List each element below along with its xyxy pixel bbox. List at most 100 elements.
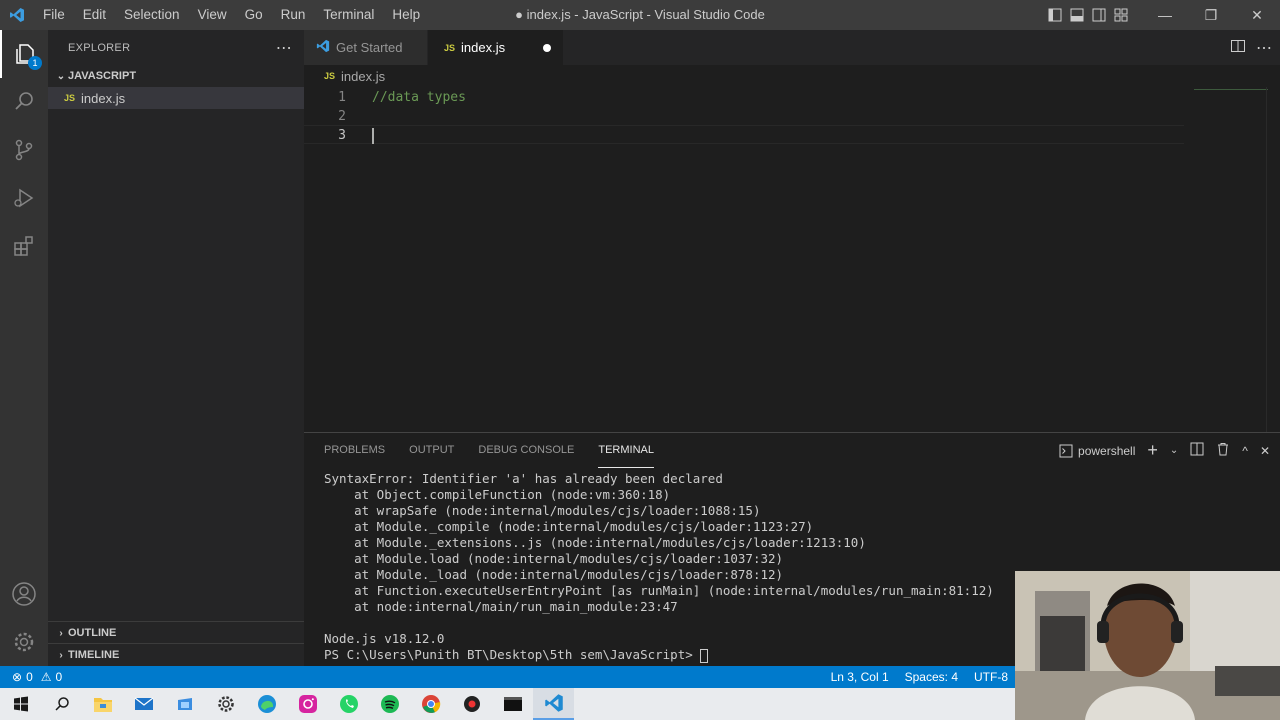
search-icon[interactable]: [0, 78, 48, 126]
code-comment: //data types: [372, 90, 466, 105]
problems-status[interactable]: ⊗ 0 ⚠ 0: [0, 670, 62, 684]
text-cursor: [372, 128, 374, 144]
panel-tab-terminal[interactable]: TERMINAL: [598, 433, 654, 468]
unsaved-dot-icon[interactable]: [543, 43, 552, 52]
terminal-line: SyntaxError: Identifier 'a' has already …: [324, 471, 723, 486]
title-bar: File Edit Selection View Go Run Terminal…: [0, 0, 1280, 30]
search-icon[interactable]: [41, 688, 82, 720]
explorer-files-icon[interactable]: 1: [0, 30, 48, 78]
terminal-line: at Module._compile (node:internal/module…: [324, 519, 814, 534]
sidebar-title: EXPLORER: [68, 41, 131, 54]
indentation[interactable]: Spaces: 4: [905, 670, 958, 684]
breadcrumb: JS index.js: [304, 65, 1280, 87]
vscode-icon[interactable]: [533, 688, 574, 720]
tab-label: Get Started: [336, 40, 403, 55]
tab-get-started[interactable]: Get Started: [304, 30, 428, 65]
timeline-section[interactable]: › TIMELINE: [48, 644, 304, 666]
close-window-button[interactable]: ✕: [1234, 0, 1280, 30]
terminal-prompt-line: PS C:\Users\Punith BT\Desktop\5th sem\Ja…: [324, 647, 994, 663]
store-icon[interactable]: [164, 688, 205, 720]
minimap[interactable]: [1194, 89, 1268, 90]
timeline-label: TIMELINE: [68, 649, 120, 661]
split-terminal-icon[interactable]: [1190, 442, 1204, 459]
more-actions-icon[interactable]: ⋯: [1256, 38, 1272, 58]
warning-count: 0: [55, 670, 63, 684]
toggle-primary-sidebar-icon[interactable]: [1044, 0, 1066, 30]
cursor-position[interactable]: Ln 3, Col 1: [831, 670, 889, 684]
close-panel-icon[interactable]: ✕: [1260, 444, 1270, 458]
extensions-icon[interactable]: [0, 222, 48, 270]
error-count: 0: [26, 670, 33, 684]
js-file-icon: JS: [444, 42, 456, 53]
spotify-icon[interactable]: [369, 688, 410, 720]
toggle-secondary-sidebar-icon[interactable]: [1088, 0, 1110, 30]
whatsapp-icon[interactable]: [328, 688, 369, 720]
activity-bar: 1: [0, 30, 48, 666]
terminal-line: at node:internal/main/run_main_module:23…: [324, 599, 678, 614]
recorder-icon[interactable]: [451, 688, 492, 720]
chevron-down-icon[interactable]: ⌄: [1170, 445, 1178, 456]
line-number: 3: [338, 128, 346, 143]
terminal-shell-selector[interactable]: powershell: [1059, 444, 1135, 458]
toggle-panel-icon[interactable]: [1066, 0, 1088, 30]
menu-go[interactable]: Go: [236, 0, 272, 30]
terminal-line: at Object.compileFunction (node:vm:360:1…: [324, 487, 671, 502]
js-file-icon: JS: [64, 93, 76, 103]
shell-name: powershell: [1078, 443, 1136, 458]
file-explorer-icon[interactable]: [82, 688, 123, 720]
menu-help[interactable]: Help: [383, 0, 429, 30]
editor-tabs: Get Started JS index.js ⋯: [304, 30, 1280, 65]
terminal-line: at Module._extensions..js (node:internal…: [324, 535, 866, 550]
minimize-button[interactable]: —: [1142, 0, 1188, 30]
editor-scrollbar[interactable]: [1266, 87, 1280, 432]
terminal-line: at wrapSafe (node:internal/modules/cjs/l…: [324, 503, 761, 518]
code-line: 2: [304, 107, 1184, 126]
edge-icon[interactable]: [246, 688, 287, 720]
restore-button[interactable]: ❐: [1188, 0, 1234, 30]
maximize-panel-chevron-up-icon[interactable]: ^: [1242, 444, 1248, 458]
panel-tab-output[interactable]: OUTPUT: [409, 433, 454, 468]
tab-index-js[interactable]: JS index.js: [428, 30, 565, 65]
outline-label: OUTLINE: [68, 627, 117, 639]
run-debug-icon[interactable]: [0, 174, 48, 222]
menu-file[interactable]: File: [34, 0, 74, 30]
terminal-output[interactable]: SyntaxError: Identifier 'a' has already …: [324, 471, 994, 663]
terminal-icon[interactable]: [492, 688, 533, 720]
code-editor[interactable]: 1 //data types 2 3: [304, 87, 1280, 432]
panel-tab-debug-console[interactable]: DEBUG CONSOLE: [478, 433, 574, 468]
menu-selection[interactable]: Selection: [115, 0, 189, 30]
chrome-icon[interactable]: [410, 688, 451, 720]
vscode-logo-icon: [0, 0, 34, 30]
error-icon: ⊗: [12, 670, 23, 684]
mail-icon[interactable]: [123, 688, 164, 720]
menu-bar: File Edit Selection View Go Run Terminal…: [34, 0, 429, 30]
encoding[interactable]: UTF-8: [974, 670, 1008, 684]
settings-icon[interactable]: [205, 688, 246, 720]
menu-run[interactable]: Run: [272, 0, 315, 30]
folder-section-javascript[interactable]: ⌄ JAVASCRIPT: [48, 65, 304, 87]
terminal-icon: [1059, 444, 1073, 457]
new-terminal-plus-icon[interactable]: +: [1147, 440, 1158, 461]
code-line: 1 //data types: [304, 88, 1184, 107]
breadcrumb-file[interactable]: index.js: [341, 69, 385, 84]
warning-icon: ⚠: [40, 670, 52, 684]
menu-view[interactable]: View: [189, 0, 236, 30]
windows-start-icon[interactable]: [0, 688, 41, 720]
outline-section[interactable]: › OUTLINE: [48, 622, 304, 644]
more-actions-icon[interactable]: ⋯: [276, 38, 292, 58]
instagram-icon[interactable]: [287, 688, 328, 720]
settings-gear-icon[interactable]: [0, 618, 48, 666]
line-number: 2: [338, 109, 346, 124]
menu-terminal[interactable]: Terminal: [314, 0, 383, 30]
vscode-tab-icon: [316, 39, 330, 56]
account-icon[interactable]: [0, 570, 48, 618]
explorer-badge: 1: [28, 56, 42, 70]
panel-tab-problems[interactable]: PROBLEMS: [324, 433, 385, 468]
split-editor-icon[interactable]: [1230, 38, 1246, 57]
menu-edit[interactable]: Edit: [74, 0, 115, 30]
terminal-line: Node.js v18.12.0: [324, 631, 445, 646]
trash-icon[interactable]: [1216, 442, 1230, 459]
customize-layout-icon[interactable]: [1110, 0, 1132, 30]
file-item-index-js[interactable]: JS index.js: [48, 87, 304, 109]
source-control-icon[interactable]: [0, 126, 48, 174]
